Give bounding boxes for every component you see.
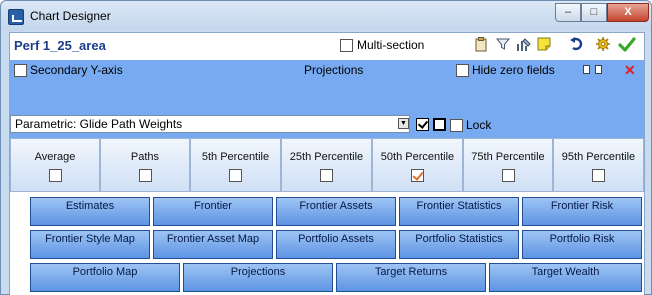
percentile-label: 5th Percentile [201,151,270,163]
multi-section-checkbox[interactable] [340,39,353,53]
percentile-label: Paths [130,151,160,163]
percentile-checkbox-average[interactable] [48,169,62,182]
portfolio-risk-button[interactable]: Portfolio Risk [522,230,642,259]
window-title: Chart Designer [30,9,111,23]
panel-title: Projections [304,63,364,77]
maximize-button[interactable]: □ [581,3,607,22]
lock-checkbox[interactable] [450,119,463,133]
nav-row-2: Frontier Style Map Frontier Asset Map Po… [10,230,644,262]
projections-button[interactable]: Projections [183,263,333,292]
nav-row-1: Estimates Frontier Frontier Assets Front… [10,197,644,229]
chevron-down-icon[interactable]: ▼ [398,118,409,129]
toolbar: Perf 1_25_area Multi-section [10,33,644,59]
parametric-box2-checkbox[interactable] [433,118,446,131]
lock-label: Lock [466,118,492,132]
nav-row-3: Portfolio Map Projections Target Returns… [10,263,644,295]
chart-designer-window: Chart Designer – □ X Perf 1_25_area Mult… [0,0,652,295]
frontier-statistics-button[interactable]: Frontier Statistics [399,197,519,226]
multi-section-label: Multi-section [357,38,425,52]
target-wealth-button[interactable]: Target Wealth [489,263,642,292]
portfolio-map-button[interactable]: Portfolio Map [30,263,180,292]
clipboard-icon[interactable] [472,36,490,54]
close-button[interactable]: X [607,3,649,22]
copy-icon[interactable] [583,65,590,74]
percentile-label: 75th Percentile [471,151,545,163]
frontier-risk-button[interactable]: Frontier Risk [522,197,642,226]
frontier-style-map-button[interactable]: Frontier Style Map [30,230,150,259]
secondary-y-option[interactable]: Secondary Y-axis [14,63,123,78]
percentile-label: 95th Percentile [561,151,636,163]
parametric-row: Parametric: Glide Path Weights ▼ Lock [10,115,644,135]
portfolio-statistics-button[interactable]: Portfolio Statistics [399,230,519,259]
secondary-y-checkbox[interactable] [14,64,27,78]
frontier-asset-map-button[interactable]: Frontier Asset Map [153,230,273,259]
app-icon [8,9,24,25]
percentile-row: Average Paths 5th Percentile 25th Percen… [10,138,644,194]
settings-gear-icon[interactable] [594,36,612,54]
paste-icon[interactable] [595,65,602,74]
projections-panel: Secondary Y-axis Projections Hide zero f… [10,60,644,138]
filter-icon[interactable] [494,36,512,54]
percentile-label: Average [34,151,76,163]
percentile-checkbox-5th[interactable] [229,169,242,182]
estimates-button[interactable]: Estimates [30,197,150,226]
percentile-cell-average[interactable]: Average [10,138,100,192]
percentile-checkbox-50th[interactable] [411,169,424,182]
checkmark-icon[interactable] [618,36,636,54]
perf-name-label: Perf 1_25_area [14,38,106,53]
undo-icon[interactable] [567,36,585,54]
hide-zero-checkbox[interactable] [456,64,469,78]
percentile-cell-5th[interactable]: 5th Percentile [190,138,281,192]
percentile-cell-50th[interactable]: 50th Percentile [372,138,463,192]
percentile-cell-25th[interactable]: 25th Percentile [281,138,372,192]
note-icon[interactable] [535,36,553,54]
secondary-y-label: Secondary Y-axis [30,63,123,77]
portfolio-assets-button[interactable]: Portfolio Assets [276,230,396,259]
percentile-checkbox-95th[interactable] [592,169,605,182]
percentile-label: 50th Percentile [380,151,455,163]
frontier-assets-button[interactable]: Frontier Assets [276,197,396,226]
minimize-button[interactable]: – [555,3,581,22]
percentile-checkbox-paths[interactable] [138,169,152,182]
percentile-cell-95th[interactable]: 95th Percentile [553,138,644,192]
percentile-cell-75th[interactable]: 75th Percentile [463,138,553,192]
title-bar[interactable]: Chart Designer – □ X [1,1,651,31]
parametric-dropdown[interactable]: Parametric: Glide Path Weights [10,115,410,133]
percentile-cell-paths[interactable]: Paths [100,138,190,192]
target-returns-button[interactable]: Target Returns [336,263,486,292]
percentile-checkbox-75th[interactable] [501,169,515,182]
lock-option[interactable]: Lock [450,118,492,133]
panel-header-row: Secondary Y-axis Projections Hide zero f… [10,60,644,80]
remove-panel-icon[interactable]: ✕ [624,62,636,79]
hide-zero-label: Hide zero fields [472,63,555,77]
hide-zero-option[interactable]: Hide zero fields [456,63,555,78]
edit-chart-icon[interactable] [515,36,533,54]
designer-client-area: Perf 1_25_area Multi-section Secondary Y… [9,32,645,295]
percentile-checkbox-25th[interactable] [320,169,333,182]
parametric-box1-checkbox[interactable] [416,118,429,131]
frontier-button[interactable]: Frontier [153,197,273,226]
multi-section-option[interactable]: Multi-section [340,38,425,53]
percentile-label: 25th Percentile [289,151,364,163]
